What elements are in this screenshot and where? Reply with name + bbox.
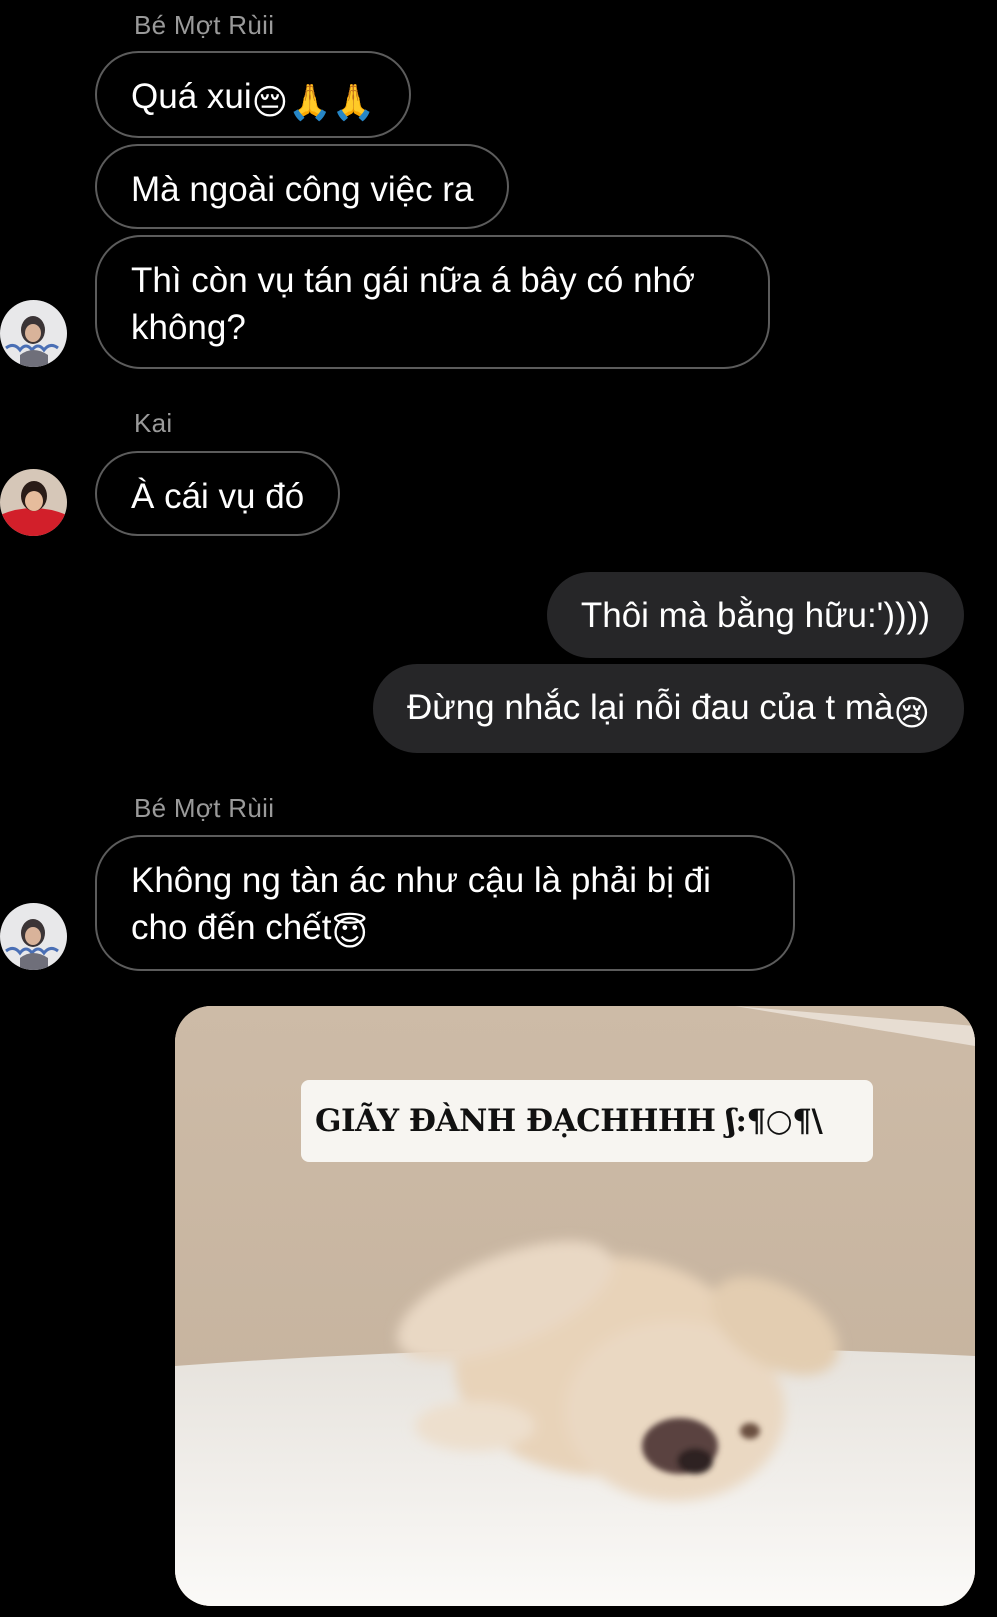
my-message-bubble[interactable]: Đừng nhắc lại nỗi đau của t mà😢	[373, 664, 964, 753]
avatar-image	[0, 300, 67, 367]
smiling-halo-emoji-icon: 😇	[331, 914, 368, 954]
message-text: Thì còn vụ tán gái nữa á bây có nhớ khôn…	[131, 261, 695, 347]
message-bubble[interactable]: Không ng tàn ác như cậu là phải bị đi ch…	[95, 835, 795, 971]
sender-name: Bé Mợt Rùii	[134, 10, 275, 40]
message-bubble[interactable]: Mà ngoài công việc ra	[95, 144, 510, 229]
message-bubble[interactable]: Thì còn vụ tán gái nữa á bây có nhớ khôn…	[95, 235, 770, 369]
avatar[interactable]	[0, 469, 67, 536]
crying-face-emoji-icon: 😢	[893, 694, 931, 734]
message-bubble[interactable]: À cái vụ đó	[95, 451, 341, 536]
avatar-image	[0, 903, 67, 970]
sender-name: Kai	[134, 408, 173, 438]
message-text: À cái vụ đó	[131, 477, 305, 516]
message-text: Mà ngoài công việc ra	[131, 170, 474, 209]
meme-image-message[interactable]: GIÃY ĐÀNH ĐẠCHHHH ʃ:¶○¶\	[175, 1006, 975, 1606]
message-text: Quá xui	[131, 77, 252, 116]
meme-caption: GIÃY ĐÀNH ĐẠCHHHH ʃ:¶○¶\	[301, 1080, 873, 1162]
sender-name: Bé Mợt Rùii	[134, 793, 275, 823]
message-text: Không ng tàn ác như cậu là phải bị đi ch…	[131, 861, 711, 947]
message-text: Đừng nhắc lại nỗi đau của t mà	[407, 688, 894, 727]
pensive-praying-emoji-icon: 😔🙏🙏	[251, 83, 376, 123]
my-message-bubble[interactable]: Thôi mà bằng hữu:'))))	[546, 572, 964, 658]
message-text: Thôi mà bằng hữu:'))))	[580, 596, 930, 635]
message-bubble[interactable]: Quá xui😔🙏🙏	[95, 51, 412, 138]
avatar-image	[0, 469, 67, 536]
avatar[interactable]	[0, 903, 67, 970]
avatar[interactable]	[0, 300, 67, 367]
